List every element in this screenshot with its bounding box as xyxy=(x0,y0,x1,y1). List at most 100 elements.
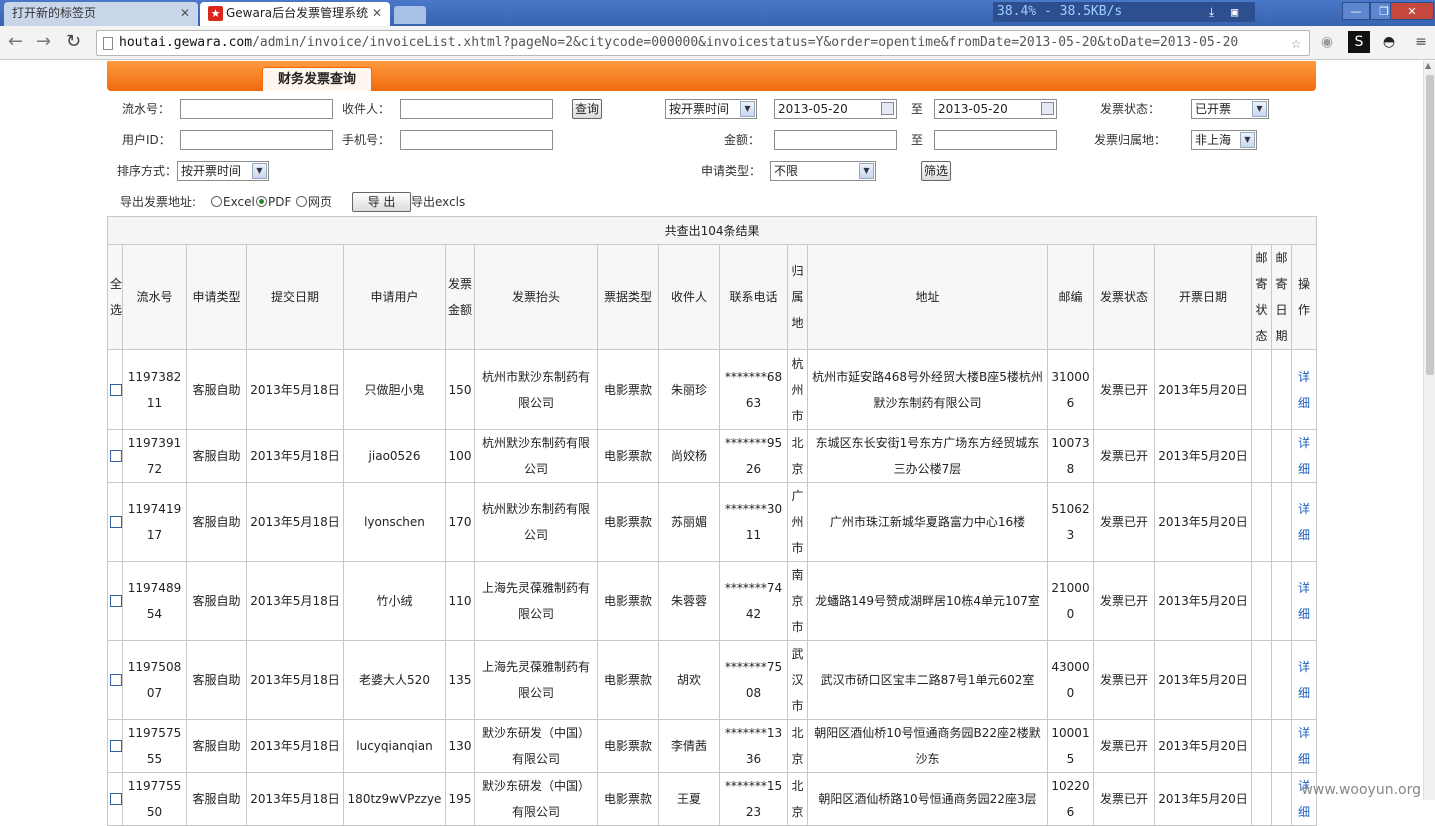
table-cell: 北京 xyxy=(787,772,808,826)
table-cell xyxy=(1271,429,1292,483)
userid-input[interactable] xyxy=(180,130,333,150)
row-checkbox[interactable] xyxy=(110,383,122,396)
table-cell: 只做胆小鬼 xyxy=(343,349,446,430)
page-icon xyxy=(103,37,113,50)
table-cell: 180tz9wVPzzye xyxy=(343,772,446,826)
col-action: 操作 xyxy=(1290,244,1318,350)
table-cell: 客服自助 xyxy=(186,349,247,430)
status-select[interactable]: 已开票 ▼ xyxy=(1191,99,1269,119)
table-cell: 苏丽媚 xyxy=(658,482,720,562)
export-excel-label: Excel xyxy=(223,195,255,209)
table-cell xyxy=(1271,349,1292,430)
menu-icon[interactable]: ≡ xyxy=(1410,31,1432,53)
row-checkbox[interactable] xyxy=(110,674,122,686)
table-cell: 尚姣杨 xyxy=(658,429,720,483)
time-type-select[interactable]: 按开票时间 ▼ xyxy=(665,99,757,119)
export-excel-option[interactable]: Excel xyxy=(211,192,255,212)
export-pdf-label: PDF xyxy=(268,195,292,209)
table-cell: 210000 xyxy=(1047,561,1094,641)
table-cell: 130 xyxy=(445,719,475,773)
apply-type-select[interactable]: 不限 ▼ xyxy=(770,161,876,181)
col-mail-date: 邮寄日期 xyxy=(1271,244,1292,350)
sort-value: 按开票时间 xyxy=(181,164,242,178)
from-date-input[interactable]: 2013-05-20 xyxy=(774,99,897,119)
row-checkbox[interactable] xyxy=(110,740,122,752)
table-cell: 朝阳区酒仙桥路10号恒通商务园22座3层 xyxy=(807,772,1048,826)
extension-s-icon[interactable]: S xyxy=(1348,31,1370,53)
table-row: 119757555 客服自助 2013年5月18日 lucyqianqian 130 默沙… xyxy=(107,719,1318,773)
export-button[interactable]: 导 出 xyxy=(352,192,411,212)
radio-web[interactable] xyxy=(296,196,307,207)
vertical-scrollbar[interactable]: ▲ xyxy=(1423,61,1435,800)
browser-toolbar: ← → ↻ houtai.gewara.com/admin/invoice/in… xyxy=(0,26,1435,60)
detail-link[interactable]: 详细 xyxy=(1298,726,1310,766)
minimize-button[interactable]: — xyxy=(1342,2,1370,20)
detail-link[interactable]: 详细 xyxy=(1298,660,1310,700)
forward-arrow-icon[interactable]: → xyxy=(36,32,51,52)
tab-invoice-system[interactable]: ★ Gewara后台发票管理系统 ✕ xyxy=(200,2,390,26)
table-cell: 默沙东研发（中国）有限公司 xyxy=(474,719,598,773)
col-mail-status: 邮寄状态 xyxy=(1251,244,1272,350)
recipient-input[interactable] xyxy=(400,99,553,119)
table-cell: 电影票款 xyxy=(597,719,659,773)
table-cell: 发票已开 xyxy=(1093,561,1155,641)
table-cell: 杭州市延安路468号外经贸大楼B座5楼杭州默沙东制药有限公司 xyxy=(807,349,1048,430)
incognito-icon[interactable]: ◓ xyxy=(1378,31,1400,53)
window-close-button[interactable]: ✕ xyxy=(1390,2,1434,20)
close-icon[interactable]: ✕ xyxy=(180,2,190,24)
new-tab-button[interactable] xyxy=(394,6,426,24)
query-button[interactable]: 查询 xyxy=(572,99,602,119)
detail-link[interactable]: 详细 xyxy=(1298,502,1310,542)
table-cell: *******1523 xyxy=(719,772,788,826)
close-icon[interactable]: ✕ xyxy=(372,2,382,24)
calendar-icon[interactable] xyxy=(1041,102,1054,115)
extension-icon[interactable]: ◉ xyxy=(1316,31,1338,53)
table-cell: *******6863 xyxy=(719,349,788,430)
amount-max-input[interactable] xyxy=(934,130,1057,150)
sort-select[interactable]: 按开票时间 ▼ xyxy=(177,161,269,181)
phone-input[interactable] xyxy=(400,130,553,150)
table-cell: 2013年5月20日 xyxy=(1154,772,1252,826)
filter-button[interactable]: 筛选 xyxy=(921,161,951,181)
export-web-label: 网页 xyxy=(308,195,333,209)
url-path: /admin/invoice/invoiceList.xhtml?pageNo=… xyxy=(252,35,1239,50)
region-select[interactable]: 非上海 ▼ xyxy=(1191,130,1257,150)
scrollbar-thumb[interactable] xyxy=(1426,75,1434,375)
to-date-value: 2013-05-20 xyxy=(938,102,1008,116)
serial-input[interactable] xyxy=(180,99,333,119)
detail-link[interactable]: 详细 xyxy=(1298,436,1310,476)
row-select-cell xyxy=(107,429,123,483)
address-bar[interactable]: houtai.gewara.com/admin/invoice/invoiceL… xyxy=(96,30,1310,56)
back-arrow-icon[interactable]: ← xyxy=(8,32,23,52)
bookmark-star-icon[interactable]: ☆ xyxy=(1291,31,1301,55)
detail-link[interactable]: 详细 xyxy=(1298,370,1310,410)
region-label: 发票归属地： xyxy=(1094,133,1167,147)
row-checkbox[interactable] xyxy=(110,595,122,607)
row-checkbox[interactable] xyxy=(110,793,122,805)
amount-min-input[interactable] xyxy=(774,130,897,150)
table-cell: 客服自助 xyxy=(186,429,247,483)
table-cell: 电影票款 xyxy=(597,772,659,826)
table-cell: 发票已开 xyxy=(1093,482,1155,562)
export-pdf-option[interactable]: PDF xyxy=(256,192,291,212)
scroll-up-icon[interactable]: ▲ xyxy=(1425,61,1431,70)
row-checkbox[interactable] xyxy=(110,516,122,528)
row-checkbox[interactable] xyxy=(110,450,122,462)
table-cell: 广州市 xyxy=(787,482,808,562)
reload-icon[interactable]: ↻ xyxy=(66,32,81,52)
table-cell xyxy=(1271,561,1292,641)
table-cell: 2013年5月20日 xyxy=(1154,561,1252,641)
calendar-icon[interactable] xyxy=(881,102,894,115)
col-select-all[interactable]: 全选 xyxy=(107,244,123,350)
export-web-option[interactable]: 网页 xyxy=(296,192,332,212)
table-cell: 发票已开 xyxy=(1093,772,1155,826)
radio-excel[interactable] xyxy=(211,196,222,207)
to-date-input[interactable]: 2013-05-20 xyxy=(934,99,1057,119)
radio-pdf[interactable] xyxy=(256,196,267,207)
table-cell: 119748954 xyxy=(122,561,187,641)
to-label: 至 xyxy=(911,102,924,116)
detail-link[interactable]: 详细 xyxy=(1298,581,1310,621)
tab-new-tab[interactable]: 打开新的标签页 ✕ xyxy=(4,2,198,26)
row-select-cell xyxy=(107,719,123,773)
row-action-cell: 详细 xyxy=(1290,429,1318,483)
